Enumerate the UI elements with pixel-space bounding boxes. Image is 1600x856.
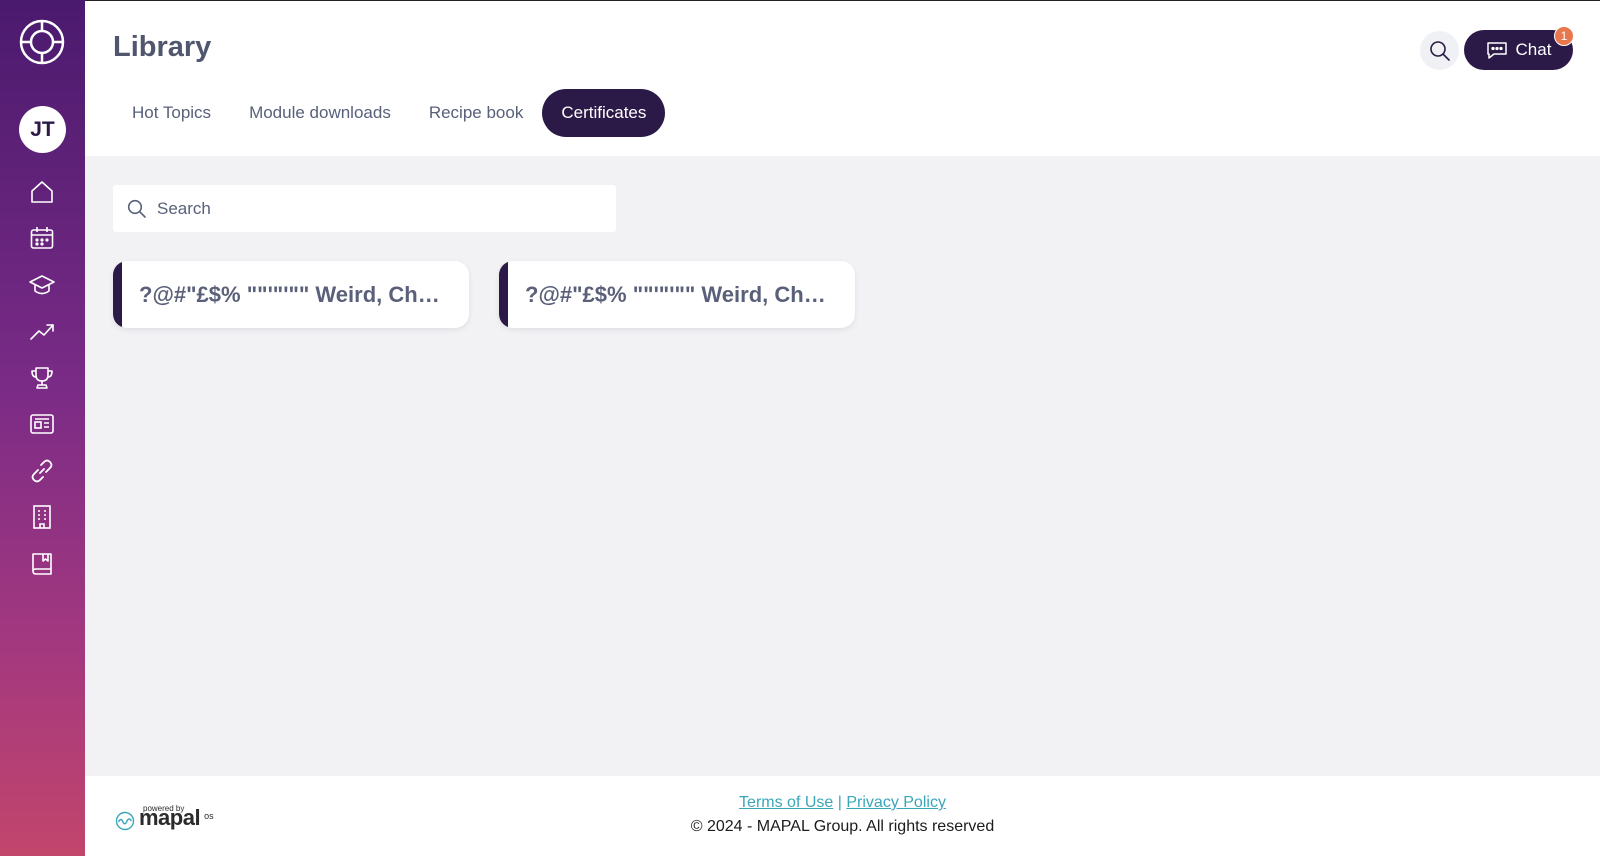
certificate-card[interactable]: ?@#"£$% ""'"'"" Weird, Characters xyxy=(499,261,855,328)
search-field xyxy=(113,185,616,232)
privacy-policy-link[interactable]: Privacy Policy xyxy=(846,794,946,811)
card-accent xyxy=(113,261,122,328)
search-icon xyxy=(1429,40,1450,61)
app-logo-icon[interactable] xyxy=(18,18,66,66)
chat-label: Chat xyxy=(1515,40,1552,59)
news-icon[interactable] xyxy=(28,410,56,438)
building-icon[interactable] xyxy=(28,503,56,531)
trophy-icon[interactable] xyxy=(28,364,56,392)
graduation-cap-icon[interactable] xyxy=(28,271,56,299)
search-input[interactable] xyxy=(157,198,597,219)
link-separator: | xyxy=(837,794,842,811)
certificate-card-title: ?@#"£$% ""'"'"" Weird, Characters xyxy=(525,281,830,307)
search-icon xyxy=(127,199,146,218)
header: Library Hot Topics Module downloads Reci… xyxy=(85,0,1600,156)
tab-bar: Hot Topics Module downloads Recipe book … xyxy=(113,89,666,137)
main-content: ?@#"£$% ""'"'"" Weird, Characters ?@#"£$… xyxy=(85,156,1600,776)
calendar-icon[interactable] xyxy=(28,224,56,252)
link-icon[interactable] xyxy=(28,457,56,485)
tab-recipe-book[interactable]: Recipe book xyxy=(410,89,543,137)
chat-notification-badge: 1 xyxy=(1554,26,1574,46)
tab-hot-topics[interactable]: Hot Topics xyxy=(113,89,230,137)
footer-links: Terms of Use | Privacy Policy xyxy=(85,794,1600,812)
tab-module-downloads[interactable]: Module downloads xyxy=(230,89,410,137)
page-title: Library xyxy=(113,31,212,63)
home-icon[interactable] xyxy=(28,178,56,206)
global-search-button[interactable] xyxy=(1420,31,1459,70)
card-accent xyxy=(499,261,508,328)
certificate-card-title: ?@#"£$% ""'"'"" Weird, Characters xyxy=(139,281,444,307)
tab-certificates[interactable]: Certificates xyxy=(542,89,666,137)
footer: powered by mapal os Terms of Use | Priva… xyxy=(85,776,1600,856)
avatar[interactable]: JT xyxy=(19,106,66,153)
certificate-card[interactable]: ?@#"£$% ""'"'"" Weird, Characters xyxy=(113,261,469,328)
sidebar: JT xyxy=(0,0,85,856)
trending-up-icon[interactable] xyxy=(28,317,56,345)
terms-of-use-link[interactable]: Terms of Use xyxy=(739,794,833,811)
copyright-text: © 2024 - MAPAL Group. All rights reserve… xyxy=(690,818,995,835)
chat-bubble-icon xyxy=(1486,42,1507,59)
book-icon[interactable] xyxy=(28,550,56,578)
